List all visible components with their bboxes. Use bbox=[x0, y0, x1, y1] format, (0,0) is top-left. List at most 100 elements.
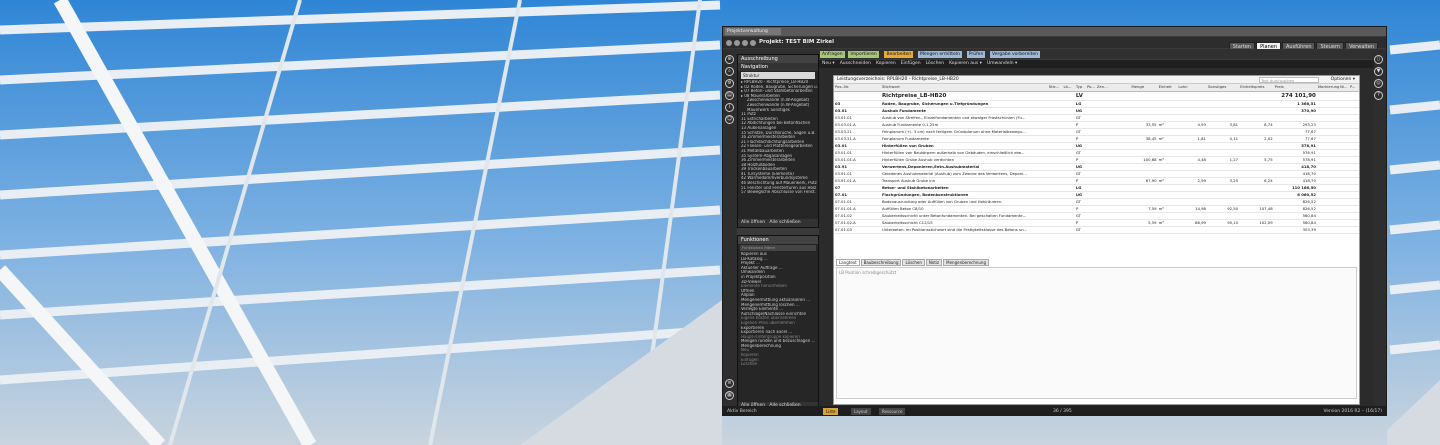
column-header[interactable]: Pos.-Nr. bbox=[834, 84, 881, 92]
ribbon-tab-4[interactable]: Prüfen bbox=[966, 51, 986, 58]
map-icon[interactable]: ◎ bbox=[1374, 79, 1383, 88]
toolbar-item[interactable]: Ausschneiden bbox=[840, 61, 871, 66]
table-cell bbox=[1062, 205, 1075, 213]
ribbon-tab-0[interactable]: Anfragen bbox=[820, 51, 845, 58]
column-header[interactable]: Menge bbox=[1130, 84, 1158, 92]
table-row[interactable]: 03.91 Verwertens,Deponieren,Entn.Aushubma… bbox=[834, 163, 1359, 171]
column-header[interactable] bbox=[1118, 84, 1131, 92]
column-header[interactable]: Ni... bbox=[1339, 84, 1349, 92]
column-header[interactable]: Einheitspreis bbox=[1239, 84, 1274, 92]
table-cell bbox=[1108, 114, 1119, 122]
column-header[interactable]: P... bbox=[1348, 84, 1359, 92]
table-row[interactable]: 03.01 Aushub Fundamente UG 370,90 bbox=[834, 107, 1359, 115]
panel-icon[interactable]: ▯ bbox=[1374, 55, 1383, 64]
toolbar-item[interactable]: Neu ▾ bbox=[822, 61, 835, 66]
column-header[interactable]: Po... bbox=[1085, 84, 1096, 92]
info-icon[interactable]: i bbox=[725, 103, 734, 112]
help-button[interactable] bbox=[750, 40, 756, 46]
table-row[interactable]: 03.01.01 Hinterfüllen von Baukörpern auße… bbox=[834, 149, 1359, 157]
table-row[interactable]: 07.01.02.A Sauberkeitsschicht C12/15 P 5,59… bbox=[834, 219, 1359, 227]
column-header[interactable]: Preis bbox=[1273, 84, 1317, 92]
table-row[interactable]: 03 Roden, Baugrube, Sicherungen u.Tiefgrü… bbox=[834, 100, 1359, 108]
column-header[interactable]: Typ bbox=[1074, 84, 1086, 92]
long-text-area[interactable]: LB Position schreibgeschützt bbox=[836, 267, 1357, 399]
detail-tab-3[interactable]: Notiz bbox=[925, 259, 943, 266]
table-cell bbox=[1085, 205, 1096, 213]
status-tab-0[interactable]: Liste bbox=[823, 408, 839, 415]
print-icon[interactable]: ▤ bbox=[725, 91, 734, 100]
table-row[interactable]: 07.01.03 Unterbeton. Im Positionsstichwor… bbox=[834, 226, 1359, 234]
column-header[interactable]: Markierung... bbox=[1316, 84, 1340, 92]
help-icon[interactable]: ? bbox=[1374, 91, 1383, 100]
table-row[interactable]: 03.03.21 Feinplanum (+/- 3 cm) nach ferti… bbox=[834, 128, 1359, 136]
table-row[interactable]: 07.01.01 Bodenausrundung oder Auffüllen v… bbox=[834, 198, 1359, 206]
toolbar-item[interactable]: Kopieren bbox=[876, 61, 896, 66]
status-tab-1[interactable]: Layout bbox=[851, 408, 871, 415]
forward-button[interactable] bbox=[734, 40, 740, 46]
table-row[interactable]: 03.03.21.A Feinplanum Fundamente P 38,45 m² 1… bbox=[834, 135, 1359, 143]
table-cell bbox=[1062, 191, 1075, 199]
detail-tab-1[interactable]: Baubeschreibung bbox=[860, 259, 902, 266]
table-cell bbox=[1062, 114, 1075, 122]
list-icon[interactable]: ≡ bbox=[725, 379, 734, 388]
table-row[interactable]: 07 Beton- und Stahlbetonarbeiten LG 110 166… bbox=[834, 184, 1359, 192]
toolbar-item[interactable]: Kopieren aus ▾ bbox=[949, 61, 982, 66]
column-header[interactable]: Zen... bbox=[1095, 84, 1109, 92]
table-cell bbox=[1062, 163, 1075, 171]
table-cell bbox=[1047, 121, 1063, 129]
detail-tab-4[interactable]: Mengenberechnung bbox=[943, 259, 990, 266]
grid-icon[interactable]: ▦ bbox=[725, 391, 734, 400]
ribbon-tab-3[interactable]: Mengen ermitteln bbox=[917, 51, 962, 58]
table-row[interactable]: Richtpreise_LB-HB20 LV 274 101,90 bbox=[834, 91, 1359, 101]
table-row[interactable]: 03.01 Hinterfüllen von Gruben UG 578,91 bbox=[834, 142, 1359, 150]
table-row[interactable]: 03.01.01.A Hinterfüllen Grube Aushub verd… bbox=[834, 156, 1359, 164]
detail-tab-0[interactable]: Langtext bbox=[836, 259, 860, 266]
table-row[interactable]: 03.91.01 Geladenes Aushubmaterial (Aushub… bbox=[834, 170, 1359, 178]
detail-tab-2[interactable]: Löschen bbox=[902, 259, 925, 266]
toolbar-item[interactable]: Löschen bbox=[926, 61, 944, 66]
filter-icon[interactable]: ▼ bbox=[1374, 67, 1383, 76]
project-combo[interactable]: Projektverwaltung bbox=[725, 28, 781, 35]
structure-tab[interactable]: Struktur bbox=[741, 72, 815, 79]
table-cell bbox=[1118, 212, 1131, 220]
settings-icon[interactable]: ⚙ bbox=[725, 79, 734, 88]
column-header[interactable]: Stic... bbox=[1047, 84, 1063, 92]
home-button[interactable] bbox=[742, 40, 748, 46]
column-header[interactable]: Sonstiges bbox=[1206, 84, 1240, 92]
table-cell bbox=[1047, 191, 1063, 199]
search-icon[interactable]: ⌕ bbox=[725, 67, 734, 76]
table-cell bbox=[1095, 191, 1109, 199]
options-button[interactable]: Optionen ▾ bbox=[1331, 76, 1355, 84]
column-header[interactable] bbox=[1108, 84, 1119, 92]
toolbar-item[interactable]: Einfügen bbox=[901, 61, 921, 66]
table-cell bbox=[1177, 128, 1207, 136]
table-row[interactable]: 03.03.01.A Aushub Fundamente 0-1,25m P 33,5… bbox=[834, 121, 1359, 129]
column-header[interactable]: Stichwort bbox=[880, 84, 1048, 92]
open-all-link[interactable]: Alle öffnen bbox=[741, 220, 765, 225]
table-cell: 86,99 bbox=[1177, 219, 1207, 227]
ribbon-tab-1[interactable]: Importieren bbox=[848, 51, 879, 58]
table-cell bbox=[1316, 219, 1340, 227]
table-row[interactable]: 07.01 Flachgründungen, Bodenkonstruktione… bbox=[834, 191, 1359, 199]
column-header[interactable]: Lohn bbox=[1177, 84, 1207, 92]
column-header[interactable]: Lö... bbox=[1062, 84, 1075, 92]
table-cell bbox=[1239, 142, 1274, 150]
user-icon[interactable]: ☺ bbox=[725, 115, 734, 124]
table-row[interactable]: 03.91.01.A Transport Aushub Grube inn P 67,… bbox=[834, 177, 1359, 185]
tree-item[interactable]: 57 Bewegliche Abschlüsse von Fenst. bbox=[741, 190, 818, 195]
table-row[interactable]: 03.01.01 Aushub von Streifen-, Einzelfund… bbox=[834, 114, 1359, 122]
ribbon-tab-5[interactable]: Vergabe vorbereiten bbox=[990, 51, 1041, 58]
search-input[interactable]: Text durchsuchen bbox=[1259, 77, 1319, 83]
function-item[interactable]: Löschen bbox=[741, 362, 818, 367]
navigation-icon[interactable]: ⊕ bbox=[725, 55, 734, 64]
close-all-link[interactable]: Alle schließen bbox=[769, 220, 800, 225]
ribbon-tab-2[interactable]: Bearbeiten bbox=[884, 51, 914, 58]
status-tab-2[interactable]: Ressource bbox=[879, 408, 906, 415]
back-button[interactable] bbox=[726, 40, 732, 46]
functions-filter-input[interactable]: Funktionen filtern bbox=[740, 245, 816, 251]
toolbar-item[interactable]: Umwandeln ▾ bbox=[987, 61, 1017, 66]
table-row[interactable]: 07.01.02 Sauberkeitsschicht unter Betonfu… bbox=[834, 212, 1359, 220]
table-row[interactable]: 07.01.01.A Auffüllen Beton C8/10 P 7,59 m³ 14… bbox=[834, 205, 1359, 213]
table-cell bbox=[1062, 135, 1075, 143]
column-header[interactable]: Einheit bbox=[1157, 84, 1178, 92]
